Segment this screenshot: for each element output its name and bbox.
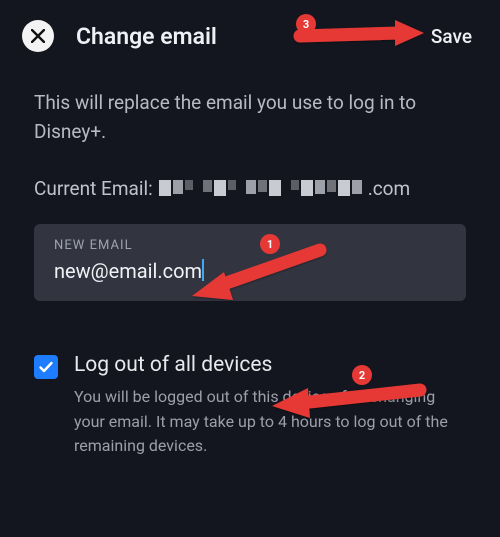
header: Change email Save [0, 0, 500, 70]
page-title: Change email [76, 23, 431, 50]
logout-description: You will be logged out of this device af… [74, 385, 466, 459]
new-email-value: new@email.com [54, 259, 202, 283]
logout-option: Log out of all devices You will be logge… [34, 353, 466, 459]
close-button[interactable] [22, 20, 54, 52]
current-email-label: Current Email: [34, 177, 153, 200]
checkmark-icon [38, 359, 54, 375]
close-icon [31, 29, 45, 43]
current-email-redacted [159, 180, 362, 196]
description-text: This will replace the email you use to l… [34, 88, 466, 147]
new-email-field[interactable]: NEW EMAIL new@email.com [34, 224, 466, 301]
logout-checkbox[interactable] [34, 355, 58, 379]
new-email-label: NEW EMAIL [54, 238, 446, 253]
save-button[interactable]: Save [431, 25, 472, 48]
current-email-suffix: .com [368, 177, 410, 200]
current-email-row: Current Email: .com [34, 177, 466, 200]
logout-title: Log out of all devices [74, 353, 466, 377]
text-caret [202, 259, 204, 281]
